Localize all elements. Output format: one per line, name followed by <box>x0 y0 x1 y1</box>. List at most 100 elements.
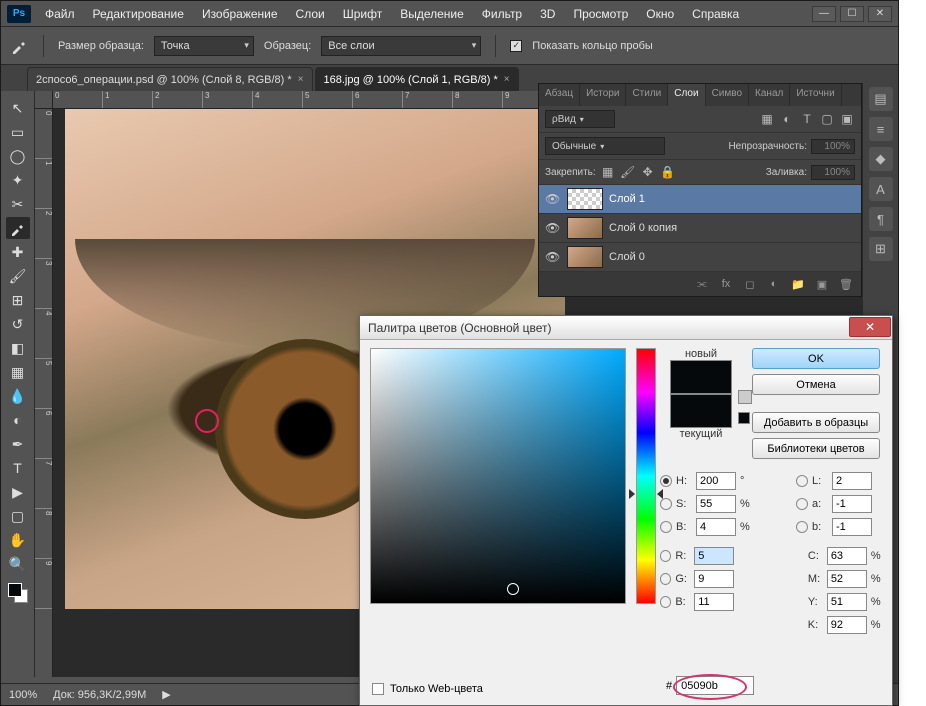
menu-select[interactable]: Выделение <box>392 3 472 25</box>
menu-image[interactable]: Изображение <box>194 3 286 25</box>
panel-tab[interactable]: Канал <box>749 84 790 106</box>
c-input[interactable] <box>827 547 867 565</box>
g-radio[interactable] <box>660 573 671 585</box>
r-radio[interactable] <box>660 550 671 562</box>
panel-tab-layers[interactable]: Слои <box>668 84 705 106</box>
fill-value[interactable]: 100% <box>811 165 855 180</box>
tab-close-icon[interactable]: × <box>298 74 304 85</box>
blur-tool[interactable]: 💧 <box>6 385 30 407</box>
menu-file[interactable]: Файл <box>37 3 83 25</box>
gamut-swatch[interactable] <box>738 412 750 424</box>
g-input[interactable] <box>694 570 734 588</box>
fx-icon[interactable]: fx <box>717 276 735 292</box>
hex-input[interactable] <box>676 676 754 695</box>
color-field-marker[interactable] <box>507 583 519 595</box>
layer-item[interactable]: 👁 Слой 0 <box>539 243 861 272</box>
opacity-value[interactable]: 100% <box>811 139 855 154</box>
gradient-tool[interactable]: ▦ <box>6 361 30 383</box>
dialog-close-button[interactable]: ✕ <box>849 317 891 337</box>
l-input[interactable] <box>832 472 872 490</box>
pen-tool[interactable]: ✒ <box>6 433 30 455</box>
menu-window[interactable]: Окно <box>638 3 682 25</box>
panel-tab[interactable]: Абзац <box>539 84 580 106</box>
magic-wand-tool[interactable]: ✦ <box>6 169 30 191</box>
mask-icon[interactable]: ◻ <box>741 276 759 292</box>
dock-icon[interactable]: ¶ <box>869 207 893 231</box>
delete-icon[interactable]: 🗑 <box>837 276 855 292</box>
document-tab-active[interactable]: 168.jpg @ 100% (Слой 1, RGB/8) *× <box>315 67 519 91</box>
minimize-button[interactable]: ― <box>812 6 836 22</box>
filter-shape-icon[interactable]: ▢ <box>819 111 835 127</box>
filter-kind-select[interactable]: ρ Вид <box>545 110 615 128</box>
menu-filter[interactable]: Фильтр <box>474 3 530 25</box>
document-tab[interactable]: 2спосо6_операции.psd @ 100% (Слой 8, RGB… <box>27 67 313 91</box>
hand-tool[interactable]: ✋ <box>6 529 30 551</box>
menu-view[interactable]: Просмотр <box>565 3 636 25</box>
adjustment-icon[interactable]: ◐ <box>765 276 783 292</box>
close-button[interactable]: ✕ <box>868 6 892 22</box>
type-tool[interactable]: T <box>6 457 30 479</box>
color-field[interactable] <box>370 348 626 604</box>
menu-type[interactable]: Шрифт <box>335 3 390 25</box>
move-tool[interactable]: ↖ <box>6 97 30 119</box>
rgb-b-input[interactable] <box>694 593 734 611</box>
marquee-tool[interactable]: ▭ <box>6 121 30 143</box>
color-libraries-button[interactable]: Библиотеки цветов <box>752 438 880 459</box>
menu-edit[interactable]: Редактирование <box>85 3 192 25</box>
a-radio[interactable] <box>796 498 808 510</box>
visibility-icon[interactable]: 👁 <box>545 221 561 235</box>
menu-3d[interactable]: 3D <box>532 3 563 25</box>
filter-smart-icon[interactable]: ▣ <box>839 111 855 127</box>
maximize-button[interactable]: ☐ <box>840 6 864 22</box>
s-input[interactable] <box>696 495 736 513</box>
s-radio[interactable] <box>660 498 672 510</box>
b-radio[interactable] <box>660 521 672 533</box>
filter-pixel-icon[interactable]: ▦ <box>759 111 775 127</box>
eraser-tool[interactable]: ◧ <box>6 337 30 359</box>
m-input[interactable] <box>827 570 867 588</box>
cancel-button[interactable]: Отмена <box>752 374 880 395</box>
path-select-tool[interactable]: ▶ <box>6 481 30 503</box>
lock-brush-icon[interactable]: 🖌 <box>620 164 636 180</box>
visibility-icon[interactable]: 👁 <box>545 192 561 206</box>
group-icon[interactable]: 📁 <box>789 276 807 292</box>
layer-item[interactable]: 👁 Слой 0 копия <box>539 214 861 243</box>
foreground-color[interactable] <box>8 583 22 597</box>
gamut-warning-icon[interactable] <box>738 390 752 404</box>
dock-icon[interactable]: ≡ <box>869 117 893 141</box>
status-arrow-icon[interactable]: ▶ <box>162 688 170 701</box>
brush-tool[interactable]: 🖌 <box>6 265 30 287</box>
shape-tool[interactable]: ▢ <box>6 505 30 527</box>
dock-icon[interactable]: ⊞ <box>869 237 893 261</box>
history-brush-tool[interactable]: ↺ <box>6 313 30 335</box>
a-input[interactable] <box>832 495 872 513</box>
lock-pixels-icon[interactable]: ▦ <box>600 164 616 180</box>
hue-slider[interactable] <box>636 348 656 604</box>
link-layers-icon[interactable]: ⫘ <box>693 276 711 292</box>
dock-icon[interactable]: ◆ <box>869 147 893 171</box>
current-color-swatch[interactable] <box>670 394 732 428</box>
dock-icon[interactable]: A <box>869 177 893 201</box>
zoom-tool[interactable]: 🔍 <box>6 553 30 575</box>
filter-type-icon[interactable]: T <box>799 111 815 127</box>
healing-brush-tool[interactable]: ✚ <box>6 241 30 263</box>
crop-tool[interactable]: ✂ <box>6 193 30 215</box>
l-radio[interactable] <box>796 475 808 487</box>
k-input[interactable] <box>827 616 867 634</box>
ok-button[interactable]: OK <box>752 348 880 369</box>
sample-select[interactable]: Все слои <box>321 36 481 56</box>
panel-tab[interactable]: Истори <box>580 84 626 106</box>
panel-tab[interactable]: Источни <box>790 84 841 106</box>
visibility-icon[interactable]: 👁 <box>545 250 561 264</box>
clone-stamp-tool[interactable]: ⊞ <box>6 289 30 311</box>
blend-mode-select[interactable]: Обычные <box>545 137 665 155</box>
lasso-tool[interactable]: ◯ <box>6 145 30 167</box>
h-radio[interactable] <box>660 475 672 487</box>
panel-tab[interactable]: Симво <box>706 84 749 106</box>
h-input[interactable] <box>696 472 736 490</box>
lock-position-icon[interactable]: ✥ <box>640 164 656 180</box>
r-input[interactable] <box>694 547 734 565</box>
dock-icon[interactable]: ▤ <box>869 87 893 111</box>
menu-layer[interactable]: Слои <box>288 3 333 25</box>
y-input[interactable] <box>827 593 867 611</box>
